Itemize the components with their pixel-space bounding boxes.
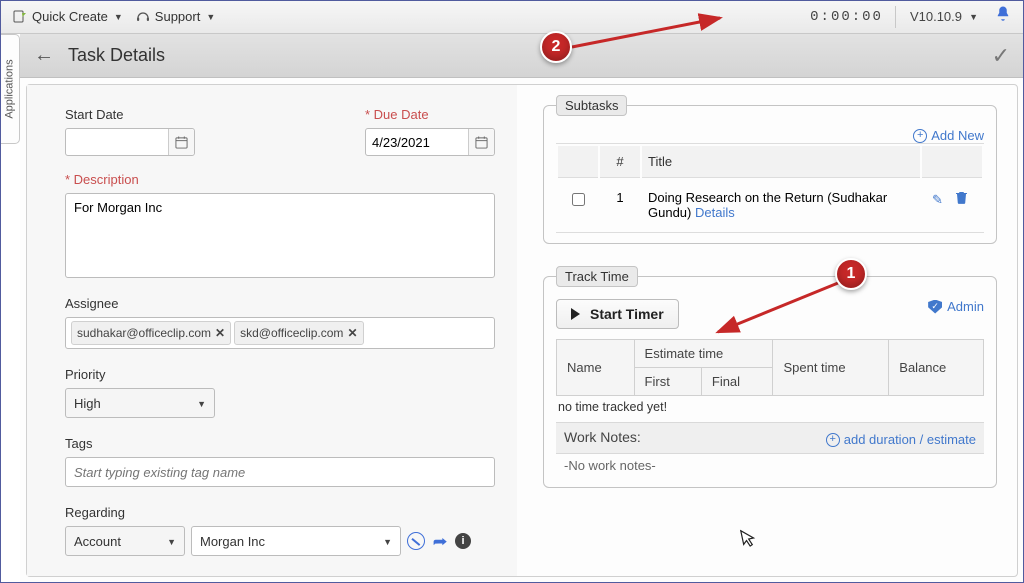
- tags-label: Tags: [65, 436, 495, 451]
- caret-down-icon: ▼: [969, 12, 978, 22]
- page-header: ← Task Details ✓: [20, 34, 1024, 78]
- caret-down-icon: ▼: [197, 399, 206, 409]
- bell-icon[interactable]: [988, 5, 1018, 28]
- work-notes-empty: -No work notes-: [556, 454, 984, 477]
- start-date-label: Start Date: [65, 107, 195, 122]
- plus-circle-icon: +: [826, 433, 840, 447]
- col-balance: Balance: [889, 340, 984, 396]
- regarding-label: Regarding: [65, 505, 495, 520]
- col-name: Name: [557, 340, 635, 396]
- support-label: Support: [155, 9, 201, 24]
- col-spent: Spent time: [773, 340, 889, 396]
- back-arrow-icon[interactable]: ←: [34, 44, 54, 67]
- info-icon[interactable]: i: [455, 533, 471, 549]
- calendar-icon[interactable]: [468, 129, 494, 155]
- subtask-details-link[interactable]: Details: [695, 205, 735, 220]
- applications-side-tab[interactable]: Applications: [0, 34, 20, 144]
- support-menu[interactable]: Support ▼: [129, 6, 221, 28]
- version-menu[interactable]: V10.10.9 ▼: [896, 6, 988, 28]
- start-date-field[interactable]: [65, 128, 195, 156]
- time-table: Name Estimate time Spent time Balance Fi…: [556, 339, 984, 396]
- subtasks-table: # Title 1 Doing Research on the Return (…: [556, 143, 984, 233]
- plus-circle-icon: +: [913, 129, 927, 143]
- caret-down-icon: ▼: [167, 537, 176, 547]
- description-textarea[interactable]: [65, 193, 495, 278]
- caret-down-icon: ▼: [383, 537, 392, 547]
- assignee-tag: sudhakar@officeclip.com✕: [71, 321, 231, 345]
- calendar-icon[interactable]: [168, 129, 194, 155]
- applications-label: Applications: [4, 59, 16, 118]
- confirm-check-icon[interactable]: ✓: [992, 43, 1010, 69]
- assignee-label: Assignee: [65, 296, 495, 311]
- tags-input[interactable]: [65, 457, 495, 487]
- add-duration-link[interactable]: + add duration / estimate: [826, 432, 976, 447]
- due-date-field[interactable]: [365, 128, 495, 156]
- track-time-legend: Track Time: [556, 266, 638, 287]
- delete-icon[interactable]: [951, 192, 972, 207]
- share-icon[interactable]: ➦: [429, 532, 451, 550]
- priority-select[interactable]: High ▼: [65, 388, 215, 418]
- col-estimate: Estimate time: [634, 340, 773, 368]
- caret-down-icon: ▼: [114, 12, 123, 22]
- top-toolbar: Quick Create ▼ Support ▼ 0:00:00 V10.10.…: [0, 0, 1024, 34]
- subtask-checkbox[interactable]: [572, 193, 585, 206]
- remove-tag-icon[interactable]: ✕: [215, 326, 225, 340]
- subtasks-legend: Subtasks: [556, 95, 627, 116]
- workspace: Start Date * Due Date: [20, 78, 1024, 583]
- col-first: First: [634, 368, 701, 396]
- assignee-input[interactable]: sudhakar@officeclip.com✕ skd@officeclip.…: [65, 317, 495, 349]
- page-title: Task Details: [68, 45, 165, 66]
- due-date-label: * Due Date: [365, 107, 495, 122]
- start-timer-button[interactable]: Start Timer: [556, 299, 679, 329]
- assignee-tag: skd@officeclip.com✕: [234, 321, 363, 345]
- caret-down-icon: ▼: [206, 12, 215, 22]
- description-label: * Description: [65, 172, 495, 187]
- quick-create-menu[interactable]: Quick Create ▼: [6, 6, 129, 28]
- admin-link[interactable]: ✓ Admin: [928, 299, 984, 314]
- col-title: Title: [642, 146, 920, 178]
- col-final: Final: [701, 368, 773, 396]
- version-label: V10.10.9: [910, 9, 962, 24]
- track-time-panel: Track Time ✓ Admin Start Timer Name Esti…: [543, 266, 997, 488]
- toolbar-timer: 0:00:00: [798, 6, 896, 28]
- work-notes-label: Work Notes:: [564, 429, 641, 445]
- right-pane: Subtasks + Add New # Title 1: [517, 85, 1017, 576]
- subtasks-panel: Subtasks + Add New # Title 1: [543, 95, 997, 244]
- no-time-tracked: no time tracked yet!: [556, 396, 984, 418]
- left-pane: Start Date * Due Date: [27, 85, 517, 576]
- add-subtask-button[interactable]: + Add New: [913, 128, 984, 143]
- quick-create-label: Quick Create: [32, 9, 108, 24]
- regarding-type-select[interactable]: Account ▼: [65, 526, 185, 556]
- edit-icon[interactable]: ✎: [928, 192, 947, 207]
- col-num: #: [600, 146, 640, 178]
- headset-icon: [135, 9, 151, 25]
- play-icon: [571, 308, 580, 320]
- task-owner-label: Task Owner: [65, 574, 495, 576]
- remove-tag-icon[interactable]: ✕: [347, 326, 357, 340]
- priority-label: Priority: [65, 367, 495, 382]
- clear-icon[interactable]: [407, 532, 425, 550]
- subtask-row: 1 Doing Research on the Return (Sudhakar…: [558, 180, 982, 230]
- quick-create-icon: [12, 9, 28, 25]
- regarding-value-select[interactable]: Morgan Inc ▼: [191, 526, 401, 556]
- shield-icon: ✓: [928, 300, 942, 314]
